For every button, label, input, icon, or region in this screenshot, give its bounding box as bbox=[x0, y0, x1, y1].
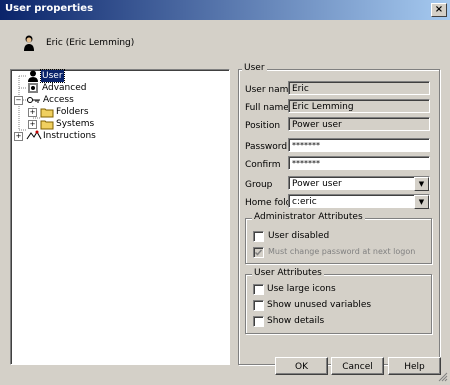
tree-label: Instructions bbox=[43, 131, 96, 141]
user-icon bbox=[22, 35, 36, 51]
must-change-password-checkbox bbox=[253, 247, 264, 258]
use-large-icons-label: Use large icons bbox=[267, 284, 336, 294]
ok-button[interactable]: OK bbox=[275, 357, 328, 375]
window-title: User properties bbox=[5, 3, 94, 14]
full-name-field: Eric Lemming bbox=[288, 99, 430, 113]
password-field[interactable]: ******* bbox=[288, 138, 430, 152]
show-details-checkbox[interactable] bbox=[253, 316, 264, 327]
admin-attributes-title: Administrator Attributes bbox=[252, 212, 365, 223]
must-change-password-label: Must change password at next logon bbox=[268, 247, 416, 256]
full-name-label: Full name bbox=[245, 103, 289, 113]
user-group-title: User bbox=[242, 63, 267, 74]
chevron-down-icon[interactable]: ▼ bbox=[414, 195, 429, 209]
tree-label: Access bbox=[43, 95, 74, 105]
show-unused-variables-checkbox[interactable] bbox=[253, 300, 264, 311]
expand-icon[interactable]: + bbox=[28, 108, 37, 117]
confirm-password-field[interactable]: ******* bbox=[288, 156, 430, 170]
close-button[interactable]: × bbox=[431, 3, 447, 17]
position-field: Power user bbox=[288, 117, 430, 131]
home-folder-select[interactable]: c:eric ▼ bbox=[288, 194, 430, 209]
tree-label: User bbox=[40, 69, 65, 83]
show-unused-variables-label: Show unused variables bbox=[267, 300, 372, 310]
tree-label: Folders bbox=[56, 107, 89, 117]
user-attributes-title: User Attributes bbox=[252, 268, 324, 279]
title-bar: User properties × bbox=[0, 0, 450, 20]
user-disabled-label: User disabled bbox=[268, 231, 330, 241]
tree-label: Advanced bbox=[42, 83, 87, 93]
position-label: Position bbox=[245, 121, 281, 131]
navigation-tree[interactable]: User Advanced − Access + Folders + Syste… bbox=[10, 69, 230, 365]
expand-icon[interactable]: + bbox=[28, 120, 37, 129]
collapse-icon[interactable]: − bbox=[14, 96, 23, 105]
cancel-button[interactable]: Cancel bbox=[331, 357, 384, 375]
tree-label: Systems bbox=[56, 119, 95, 129]
user-name-field: Eric bbox=[288, 81, 430, 95]
group-select[interactable]: Power user ▼ bbox=[288, 176, 430, 191]
confirm-label: Confirm bbox=[245, 160, 281, 170]
user-disabled-checkbox[interactable] bbox=[253, 231, 264, 242]
user-name-label: User name bbox=[245, 85, 294, 95]
use-large-icons-checkbox[interactable] bbox=[253, 284, 264, 295]
chevron-down-icon[interactable]: ▼ bbox=[414, 177, 429, 191]
instructions-icon bbox=[26, 130, 42, 146]
help-button[interactable]: Help bbox=[388, 357, 441, 375]
show-details-label: Show details bbox=[267, 316, 325, 326]
user-display-name: Eric (Eric Lemming) bbox=[46, 38, 135, 48]
group-label: Group bbox=[245, 180, 273, 190]
password-label: Password bbox=[245, 142, 288, 152]
group-select-value: Power user bbox=[292, 179, 342, 189]
home-folder-select-value: c:eric bbox=[292, 197, 317, 207]
expand-icon[interactable]: + bbox=[14, 132, 23, 141]
resize-grip-icon[interactable] bbox=[437, 371, 448, 382]
